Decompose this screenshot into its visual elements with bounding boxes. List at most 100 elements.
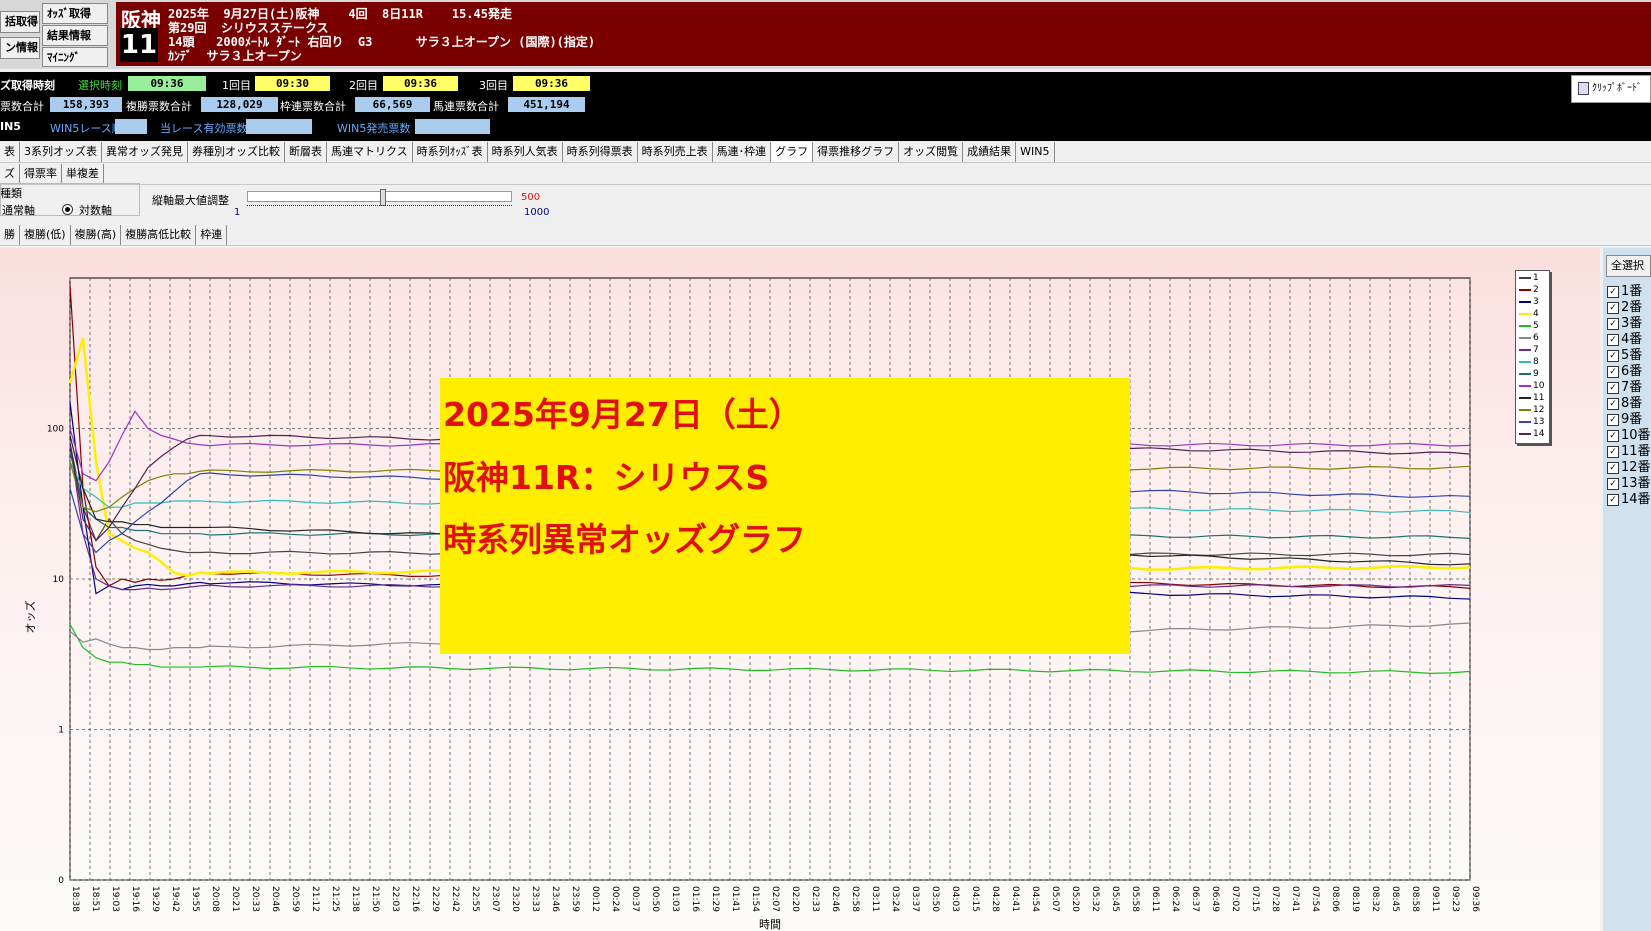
horse-checkbox-4[interactable]: ✓ 4番 <box>1607 332 1642 347</box>
odds-fetch-button[interactable]: ｵｯｽﾞ取得 <box>42 3 108 24</box>
tab-10[interactable]: 馬連･枠連 <box>713 142 772 162</box>
check-icon[interactable]: ✓ <box>1607 493 1619 506</box>
graph-type-tab-1[interactable]: 得票率 <box>20 164 62 184</box>
horse-checkbox-label: 13番 <box>1621 476 1651 491</box>
legend-swatch <box>1519 360 1531 363</box>
slider-thumb[interactable] <box>380 189 386 206</box>
normal-axis-option[interactable]: 通常軸 <box>2 202 35 218</box>
select-all-button[interactable]: 全選択 <box>1606 255 1651 277</box>
x-tick-label: 01:54 <box>750 886 760 912</box>
horse-checkbox-10[interactable]: ✓ 10番 <box>1607 428 1651 443</box>
x-tick-label: 21:12 <box>310 886 320 912</box>
tab-5[interactable]: 馬連マトリクス <box>327 142 413 162</box>
legend-label: 4 <box>1533 309 1539 319</box>
horse-checkbox-5[interactable]: ✓ 5番 <box>1607 348 1642 363</box>
tab-13[interactable]: オッズ閲覧 <box>899 142 964 162</box>
round1-time[interactable]: 09:30 <box>255 76 330 91</box>
info-button[interactable]: ン情報 <box>0 37 40 59</box>
check-icon[interactable]: ✓ <box>1607 349 1619 362</box>
tab-12[interactable]: 得票推移グラフ <box>813 142 900 162</box>
x-tick-label: 02:07 <box>770 886 780 912</box>
bulk-fetch-button[interactable]: 括取得 <box>0 11 40 33</box>
horse-checkbox-11[interactable]: ✓ 11番 <box>1607 444 1651 459</box>
tab-4[interactable]: 断層表 <box>285 142 327 162</box>
select-time-value[interactable]: 09:36 <box>128 76 206 91</box>
horse-checkbox-6[interactable]: ✓ 6番 <box>1607 364 1642 379</box>
bet-type-tab-0[interactable]: 勝 <box>0 225 20 245</box>
legend-swatch <box>1519 288 1531 291</box>
tab-1[interactable]: 3系列オッズ表 <box>20 142 102 162</box>
tab-0[interactable]: 表 <box>0 142 20 162</box>
horse-checkbox-1[interactable]: ✓ 1番 <box>1607 284 1642 299</box>
log-axis-option[interactable]: 対数軸 <box>62 202 112 218</box>
bet-type-tab-1[interactable]: 複勝(低) <box>20 225 71 245</box>
x-tick-label: 07:15 <box>1250 886 1260 912</box>
y-axis-label: オッズ <box>23 601 37 634</box>
horse-checkbox-2[interactable]: ✓ 2番 <box>1607 300 1642 315</box>
log-axis-radio[interactable] <box>62 204 73 215</box>
horse-checkbox-13[interactable]: ✓ 13番 <box>1607 476 1651 491</box>
legend-label: 14 <box>1533 429 1545 439</box>
tab-6[interactable]: 時系列ｵｯｽﾞ表 <box>413 142 488 162</box>
tab-9[interactable]: 時系列売上表 <box>638 142 713 162</box>
x-tick-label: 20:46 <box>270 886 280 912</box>
x-tick-label: 19:42 <box>170 886 180 912</box>
legend-item-12: 12 <box>1519 405 1544 416</box>
tab-3[interactable]: 券種別オッズ比較 <box>188 142 285 162</box>
check-icon[interactable]: ✓ <box>1607 413 1619 426</box>
round2-time[interactable]: 09:36 <box>383 76 458 91</box>
clipboard-button[interactable]: ｸﾘｯﾌﾟﾎﾞｰﾄﾞ <box>1571 75 1651 103</box>
round3-time[interactable]: 09:36 <box>513 76 590 91</box>
bet-type-tab-2[interactable]: 複勝(高) <box>71 225 122 245</box>
y-tick-label: 100 <box>47 425 64 435</box>
x-tick-label: 06:24 <box>1170 886 1180 912</box>
tab-14[interactable]: 成績結果 <box>963 142 1017 162</box>
result-info-button[interactable]: 結果情報 <box>42 25 108 46</box>
check-icon[interactable]: ✓ <box>1607 333 1619 346</box>
check-icon[interactable]: ✓ <box>1607 381 1619 394</box>
legend-swatch <box>1519 396 1531 399</box>
x-tick-label: 23:59 <box>570 886 580 912</box>
tab-11[interactable]: グラフ <box>771 142 814 162</box>
round1-label: 1回目 <box>222 79 251 92</box>
legend-item-2: 2 <box>1519 285 1539 296</box>
mining-button[interactable]: ﾏｲﾆﾝｸﾞ <box>42 47 108 67</box>
legend-swatch <box>1519 336 1531 339</box>
graph-type-tab-0[interactable]: ズ <box>0 164 20 184</box>
horse-checkbox-3[interactable]: ✓ 3番 <box>1607 316 1642 331</box>
bet-type-tab-row: 勝複勝(低) 複勝(高) 複勝高低比較 枠連 <box>0 225 1651 246</box>
x-tick-label: 21:38 <box>350 886 360 912</box>
horse-checkbox-label: 11番 <box>1621 444 1651 459</box>
check-icon[interactable]: ✓ <box>1607 285 1619 298</box>
horse-checkbox-8[interactable]: ✓ 8番 <box>1607 396 1642 411</box>
check-icon[interactable]: ✓ <box>1607 397 1619 410</box>
horse-checkbox-14[interactable]: ✓ 14番 <box>1607 492 1651 507</box>
check-icon[interactable]: ✓ <box>1607 317 1619 330</box>
x-tick-label: 02:46 <box>830 886 840 912</box>
check-icon[interactable]: ✓ <box>1607 445 1619 458</box>
horse-checkbox-12[interactable]: ✓ 12番 <box>1607 460 1651 475</box>
check-icon[interactable]: ✓ <box>1607 477 1619 490</box>
x-tick-label: 23:33 <box>530 886 540 912</box>
horse-checkbox-9[interactable]: ✓ 9番 <box>1607 412 1642 427</box>
legend-label: 13 <box>1533 417 1545 427</box>
graph-type-tab-2[interactable]: 単複差 <box>62 164 104 184</box>
bet-type-tab-3[interactable]: 複勝高低比較 <box>121 225 197 245</box>
x-tick-label: 19:16 <box>130 886 140 912</box>
tab-8[interactable]: 時系列得票表 <box>563 142 638 162</box>
horse-checkbox-7[interactable]: ✓ 7番 <box>1607 380 1642 395</box>
bet-type-tab-4[interactable]: 枠連 <box>196 225 228 245</box>
check-icon[interactable]: ✓ <box>1607 365 1619 378</box>
legend-item-4: 4 <box>1519 309 1539 320</box>
tab-15[interactable]: WIN5 <box>1016 142 1055 162</box>
check-icon[interactable]: ✓ <box>1607 429 1619 442</box>
check-icon[interactable]: ✓ <box>1607 301 1619 314</box>
x-tick-label: 02:20 <box>790 886 800 912</box>
win-total-label: 票数合計 <box>0 100 44 113</box>
tab-7[interactable]: 時系列人気表 <box>488 142 563 162</box>
check-icon[interactable]: ✓ <box>1607 461 1619 474</box>
tab-2[interactable]: 異常オッズ発見 <box>102 142 188 162</box>
legend-swatch <box>1519 312 1531 315</box>
horse-checkbox-label: 9番 <box>1621 412 1643 427</box>
clipboard-label: ｸﾘｯﾌﾟﾎﾞｰﾄﾞ <box>1592 83 1642 94</box>
